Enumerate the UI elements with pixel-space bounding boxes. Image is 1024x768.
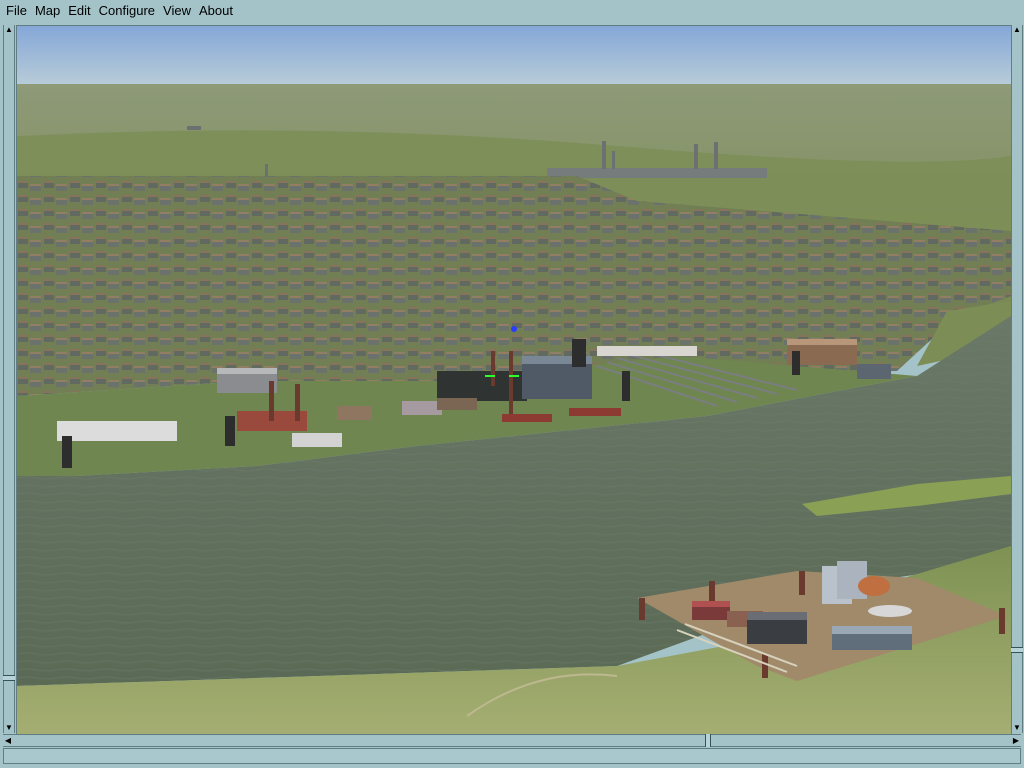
right-vertical-scrollbar[interactable]: ▲ ▼: [1011, 25, 1023, 733]
status-bar: [3, 748, 1021, 764]
scroll-thumb[interactable]: [1011, 647, 1023, 653]
menu-configure[interactable]: Configure: [95, 0, 159, 22]
scroll-left-arrow-icon[interactable]: ◀: [3, 735, 13, 746]
left-vertical-scrollbar[interactable]: ▲ ▼: [3, 25, 15, 733]
scroll-up-arrow-icon[interactable]: ▲: [4, 25, 14, 35]
scroll-down-arrow-icon[interactable]: ▼: [4, 723, 14, 733]
scroll-thumb[interactable]: [705, 734, 711, 747]
scroll-right-arrow-icon[interactable]: ▶: [1011, 735, 1021, 746]
menu-file[interactable]: File: [0, 0, 31, 22]
terrain-scene: [17, 26, 1011, 734]
map-3d-viewport[interactable]: [16, 25, 1012, 735]
scroll-down-arrow-icon[interactable]: ▼: [1012, 723, 1022, 733]
scroll-up-arrow-icon[interactable]: ▲: [1012, 25, 1022, 35]
horizontal-scrollbar[interactable]: ◀ ▶: [3, 734, 1021, 747]
main-window: ▲ ▼ ▲ ▼ ◀ ▶: [0, 22, 1024, 768]
menu-view[interactable]: View: [159, 0, 195, 22]
scroll-thumb[interactable]: [3, 675, 15, 681]
menu-map[interactable]: Map: [31, 0, 64, 22]
menu-edit[interactable]: Edit: [64, 0, 94, 22]
menu-about[interactable]: About: [195, 0, 237, 22]
menu-bar: File Map Edit Configure View About: [0, 0, 1024, 23]
